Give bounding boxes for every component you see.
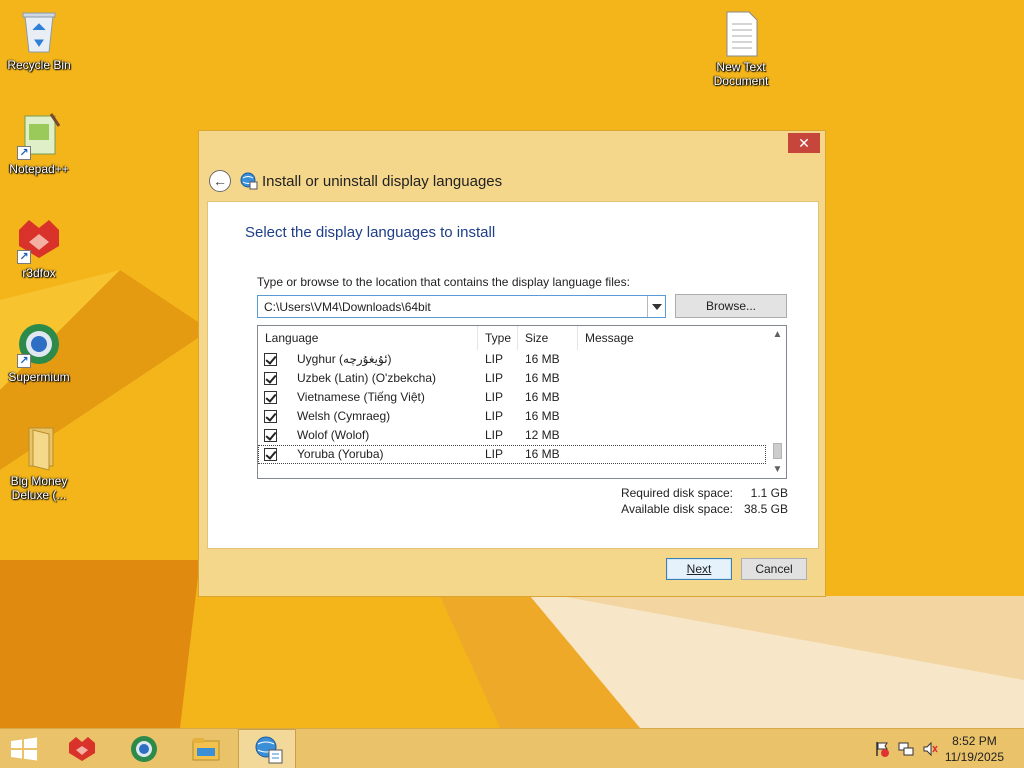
available-disk-space-label: Available disk space:: [621, 502, 733, 516]
list-header: Language Type Size Message: [258, 326, 768, 350]
folder-icon: [15, 424, 63, 472]
column-header-type[interactable]: Type: [478, 326, 518, 350]
column-header-message[interactable]: Message: [578, 326, 768, 350]
install-display-languages-window: ✕ ← Install or uninstall display languag…: [198, 130, 826, 597]
shortcut-arrow-icon: ↗: [17, 146, 31, 160]
language-type: LIP: [485, 447, 504, 461]
language-checkbox[interactable]: [264, 448, 277, 461]
language-size: 16 MB: [525, 409, 560, 423]
shortcut-arrow-icon: ↗: [17, 250, 31, 264]
language-row[interactable]: Vietnamese (Tiếng Việt) LIP 16 MB: [258, 388, 768, 407]
language-type: LIP: [485, 390, 504, 404]
language-globe-icon: [240, 172, 258, 190]
language-row[interactable]: Welsh (Cymraeg) LIP 16 MB: [258, 407, 768, 426]
close-button[interactable]: ✕: [788, 133, 820, 153]
language-name: Vietnamese (Tiếng Việt): [297, 390, 425, 404]
scroll-down-arrow-icon[interactable]: ▼: [769, 461, 786, 478]
language-settings-icon: [254, 735, 284, 765]
language-size: 16 MB: [525, 390, 560, 404]
language-name: Welsh (Cymraeg): [297, 409, 391, 423]
next-button[interactable]: Next: [666, 558, 732, 580]
desktop-icon-new-text-document[interactable]: New Text Document: [702, 10, 780, 88]
supermium-icon: [129, 734, 159, 764]
language-row[interactable]: Wolof (Wolof) LIP 12 MB: [258, 426, 768, 445]
taskbar: 8:52 PM 11/19/2025: [0, 728, 1024, 768]
volume-muted-icon[interactable]: [922, 741, 938, 757]
desktop-icon-label: r3dfox: [22, 266, 56, 280]
language-type: LIP: [485, 371, 504, 385]
taskbar-app-language-settings[interactable]: [238, 729, 296, 768]
text-document-icon: [717, 10, 765, 58]
path-input[interactable]: [258, 296, 646, 317]
scroll-up-arrow-icon[interactable]: ▲: [769, 326, 786, 343]
column-header-language[interactable]: Language: [258, 326, 478, 350]
language-name: Uyghur (ئۇيغۇرچە): [297, 352, 392, 366]
language-row[interactable]: Uzbek (Latin) (O'zbekcha) LIP 16 MB: [258, 369, 768, 388]
language-checkbox[interactable]: [264, 429, 277, 442]
language-type: LIP: [485, 428, 504, 442]
language-size: 16 MB: [525, 371, 560, 385]
available-disk-space-value: 38.5 GB: [743, 502, 788, 516]
next-button-label: Next: [686, 562, 712, 576]
network-icon[interactable]: [898, 741, 914, 757]
desktop-icon-supermium[interactable]: ↗ Supermium: [0, 320, 78, 384]
desktop-icon-label: Recycle Bin: [7, 58, 71, 72]
language-checkbox[interactable]: [264, 372, 277, 385]
back-button[interactable]: ←: [209, 170, 231, 192]
window-title-bar: ← Install or uninstall display languages: [209, 169, 502, 193]
action-center-flag-icon[interactable]: [874, 741, 890, 757]
desktop-icon-recycle-bin[interactable]: Recycle Bin: [0, 8, 78, 72]
language-row-focused[interactable]: Yoruba (Yoruba) LIP 16 MB: [258, 445, 766, 464]
required-disk-space-label: Required disk space:: [620, 486, 733, 500]
clock-date: 11/19/2025: [944, 750, 1004, 764]
taskbar-app-r3dfox[interactable]: [52, 729, 110, 768]
taskbar-app-supermium[interactable]: [114, 729, 172, 768]
cancel-button[interactable]: Cancel: [741, 558, 807, 580]
window-title: Install or uninstall display languages: [262, 172, 503, 190]
windows-logo-icon: [11, 737, 37, 761]
required-disk-space-value: 1.1 GB: [750, 486, 788, 500]
desktop-icon-label: Notepad++: [9, 162, 69, 176]
path-dropdown-button[interactable]: [647, 296, 665, 317]
language-name: Wolof (Wolof): [297, 428, 370, 442]
list-scrollbar[interactable]: ▲ ▼: [769, 326, 786, 478]
language-checkbox[interactable]: [264, 353, 277, 366]
shortcut-arrow-icon: ↗: [17, 354, 31, 368]
path-prompt-label: Type or browse to the location that cont…: [257, 275, 630, 289]
language-checkbox[interactable]: [264, 391, 277, 404]
column-header-size[interactable]: Size: [518, 326, 578, 350]
notepad-plus-plus-icon: ↗: [15, 112, 63, 160]
scrollbar-thumb[interactable]: [773, 443, 782, 459]
language-rows: Uyghur (ئۇيغۇرچە) LIP 16 MB Uzbek (Latin…: [258, 350, 768, 464]
language-size: 16 MB: [525, 447, 560, 461]
language-row[interactable]: Uyghur (ئۇيغۇرچە) LIP 16 MB: [258, 350, 768, 369]
language-checkbox[interactable]: [264, 410, 277, 423]
language-type: LIP: [485, 352, 504, 366]
r3dfox-icon: [67, 734, 97, 764]
desktop-icon-label: Supermium: [8, 370, 70, 384]
desktop-icon-r3dfox[interactable]: ↗ r3dfox: [0, 216, 78, 280]
desktop-icon-notepad-plus-plus[interactable]: ↗ Notepad++: [0, 112, 78, 176]
supermium-icon: ↗: [15, 320, 63, 368]
dialog-content: Select the display languages to install …: [207, 201, 819, 549]
language-size: 12 MB: [525, 428, 560, 442]
file-explorer-icon: [191, 734, 221, 764]
desktop-icon-big-money-deluxe[interactable]: Big Money Deluxe (...: [0, 424, 78, 502]
language-type: LIP: [485, 409, 504, 423]
page-heading: Select the display languages to install: [245, 224, 496, 241]
start-button[interactable]: [0, 729, 48, 768]
language-name: Uzbek (Latin) (O'zbekcha): [297, 371, 437, 385]
language-name: Yoruba (Yoruba): [297, 447, 384, 461]
path-combobox[interactable]: [257, 295, 666, 318]
r3dfox-icon: ↗: [15, 216, 63, 264]
clock-time: 8:52 PM: [952, 734, 997, 748]
recycle-bin-icon: [15, 8, 63, 56]
browse-button[interactable]: Browse...: [675, 294, 787, 318]
system-clock[interactable]: 8:52 PM 11/19/2025: [945, 733, 1004, 765]
language-size: 16 MB: [525, 352, 560, 366]
desktop-icon-label: Big Money Deluxe (...: [10, 474, 68, 502]
desktop-icon-label: New Text Document: [713, 60, 769, 88]
language-list[interactable]: Language Type Size Message Uyghur (ئۇيغۇ…: [257, 325, 787, 479]
taskbar-app-file-explorer[interactable]: [176, 729, 234, 768]
